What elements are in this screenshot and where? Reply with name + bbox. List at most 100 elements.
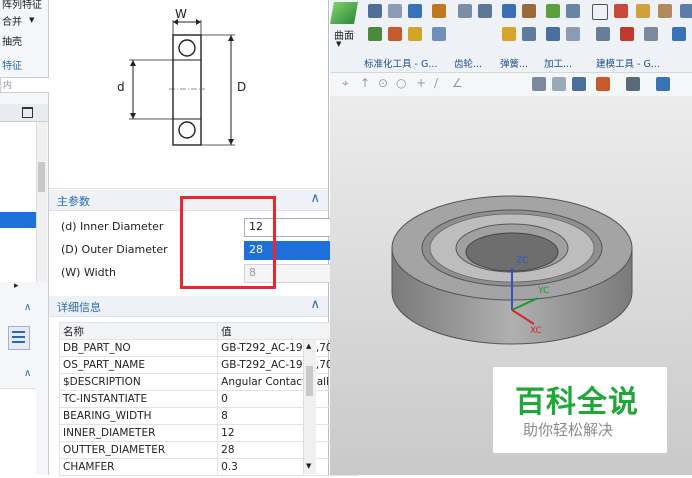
inner-diameter-label: (d) Inner Diameter <box>61 220 164 233</box>
details-scroll-thumb[interactable] <box>306 366 313 396</box>
chevron-down-icon[interactable]: ▼ <box>29 16 34 24</box>
component-icon[interactable] <box>432 4 446 18</box>
machining-icon[interactable] <box>546 27 560 41</box>
collapse-icon[interactable]: ∧ <box>310 191 320 206</box>
arrow-icon[interactable]: ↑ <box>360 76 370 90</box>
left-search-placeholder: 内 <box>3 81 13 91</box>
left-item-feature: 特征 <box>2 61 22 72</box>
left-tree[interactable] <box>0 122 36 282</box>
revolve-icon[interactable] <box>388 27 402 41</box>
selection-bar: ⌖ ↑ ⊙ ○ + / ∠ <box>330 72 692 96</box>
clipboard-icon[interactable] <box>566 4 580 18</box>
left-panel-header <box>0 104 48 122</box>
pen-icon[interactable] <box>522 4 536 18</box>
table-header-row: 名称 值 <box>58 322 359 340</box>
details-header[interactable]: 详细信息 ∧ <box>49 296 328 317</box>
axis-x-label: XC <box>530 326 542 336</box>
tolerance-icon[interactable] <box>644 27 658 41</box>
ruler-icon[interactable] <box>620 27 634 41</box>
table-settings-icon[interactable] <box>614 4 628 18</box>
row-name: DB_PART_NO <box>58 339 219 357</box>
left-list[interactable] <box>0 388 36 475</box>
hole-icon[interactable] <box>432 27 446 41</box>
width-label: (W) Width <box>61 266 116 279</box>
chevron-right-icon[interactable]: ▸ <box>14 281 19 291</box>
point-icon[interactable]: ⊙ <box>378 76 388 90</box>
curve-icon[interactable] <box>458 4 472 18</box>
left-scrollbar[interactable] <box>36 122 47 282</box>
circle-icon[interactable]: ○ <box>396 76 406 90</box>
collapse-icon[interactable]: ∧ <box>310 297 320 312</box>
angle-icon[interactable]: ∠ <box>452 76 463 90</box>
plus-icon[interactable]: + <box>416 76 426 90</box>
doc-icon[interactable] <box>502 4 516 18</box>
surface-icon[interactable] <box>330 2 358 24</box>
row-name: BEARING_WIDTH <box>58 407 219 425</box>
mesh-icon[interactable] <box>368 4 382 18</box>
check-icon[interactable] <box>546 4 560 18</box>
graphics-viewport[interactable]: ZC YC XC 百科全说 助你轻松解决 <box>330 96 692 475</box>
cut-icon[interactable] <box>478 4 492 18</box>
left-item-unite[interactable]: 合并 <box>2 13 22 28</box>
measure-icon[interactable] <box>596 27 610 41</box>
watermark-title: 百科全说 <box>515 385 639 420</box>
shade-icon[interactable] <box>626 77 640 91</box>
rotate-icon[interactable] <box>572 77 586 91</box>
datum-icon[interactable] <box>672 27 686 41</box>
more-icon[interactable] <box>680 4 692 18</box>
chevron-up-icon[interactable]: ∧ <box>24 368 31 379</box>
group-standard-tools[interactable]: 标准化工具 - G... <box>364 56 437 70</box>
group-gear[interactable]: 齿轮... <box>454 56 482 70</box>
scroll-up-icon[interactable]: ▲ <box>306 342 311 350</box>
row-name: CHAMFER <box>58 458 219 476</box>
spring-icon[interactable] <box>522 27 536 41</box>
row-name: TC-INSTANTIATE <box>58 390 219 408</box>
outer-dim-label: D <box>237 80 247 94</box>
left-panel: 阵列特征 合并 ▼ 抽壳 特征 内 ▸ ∧ ∧ <box>0 0 50 475</box>
left-item-pattern[interactable]: 阵列特征 <box>2 0 42 11</box>
details-scrollbar[interactable]: ▲ ▼ <box>303 340 316 474</box>
tool-icon[interactable] <box>658 4 672 18</box>
outer-diameter-label: (D) Outer Diameter <box>61 243 168 256</box>
row-name: OUTTER_DIAMETER <box>58 441 219 459</box>
cube-icon[interactable] <box>656 77 670 91</box>
maximize-icon[interactable] <box>22 107 33 118</box>
row-name: INNER_DIAMETER <box>58 424 219 442</box>
render-icon[interactable] <box>596 77 610 91</box>
fit-icon[interactable] <box>532 77 546 91</box>
row-name: $DESCRIPTION <box>58 373 219 391</box>
axis-y-label: YC <box>538 286 550 296</box>
bearing-drawing <box>129 19 235 146</box>
left-item-shell[interactable]: 抽壳 <box>2 33 22 48</box>
left-search-field[interactable]: 内 <box>0 77 50 93</box>
ribbon-toolbar: 曲面 ▼ 标准化工具 - G... 齿轮... 弹簧... 加工... 建模工具… <box>330 0 692 96</box>
watermark-subtitle: 助你轻松解决 <box>523 421 614 439</box>
reuse-library-dialog: W d D 主参数 ∧ (d) Inner Diameter 12 ▼ (D) … <box>49 0 364 476</box>
scroll-down-icon[interactable]: ▼ <box>306 462 311 470</box>
left-scroll-thumb[interactable] <box>38 162 45 192</box>
view-icon[interactable] <box>552 77 566 91</box>
drill-icon[interactable] <box>566 27 580 41</box>
left-tree-selected-row[interactable] <box>0 212 36 228</box>
stack-icon[interactable] <box>408 4 422 18</box>
bearing-diagram: W d D <box>49 0 328 189</box>
triangle-icon[interactable] <box>592 4 608 20</box>
sweep-icon[interactable] <box>408 27 422 41</box>
grid-icon[interactable] <box>388 4 402 18</box>
details-title: 详细信息 <box>57 301 101 314</box>
edit-icon[interactable] <box>636 4 650 18</box>
extrude-icon[interactable] <box>368 27 382 41</box>
watermark: 百科全说 助你轻松解决 <box>493 367 667 453</box>
group-modeling-tools[interactable]: 建模工具 - G... <box>596 56 660 70</box>
group-spring[interactable]: 弹簧... <box>500 56 528 70</box>
chevron-up-icon[interactable]: ∧ <box>24 302 31 313</box>
gear-icon[interactable] <box>502 27 516 41</box>
line-icon[interactable]: / <box>434 76 438 90</box>
column-header-name[interactable]: 名称 <box>58 322 219 340</box>
chevron-down-icon[interactable]: ▼ <box>336 40 341 48</box>
width-dim-label: W <box>175 7 187 21</box>
group-machining[interactable]: 加工... <box>544 56 572 70</box>
main-params-title: 主参数 <box>57 195 90 208</box>
table-icon[interactable] <box>8 326 30 350</box>
snap-icon[interactable]: ⌖ <box>342 76 349 91</box>
